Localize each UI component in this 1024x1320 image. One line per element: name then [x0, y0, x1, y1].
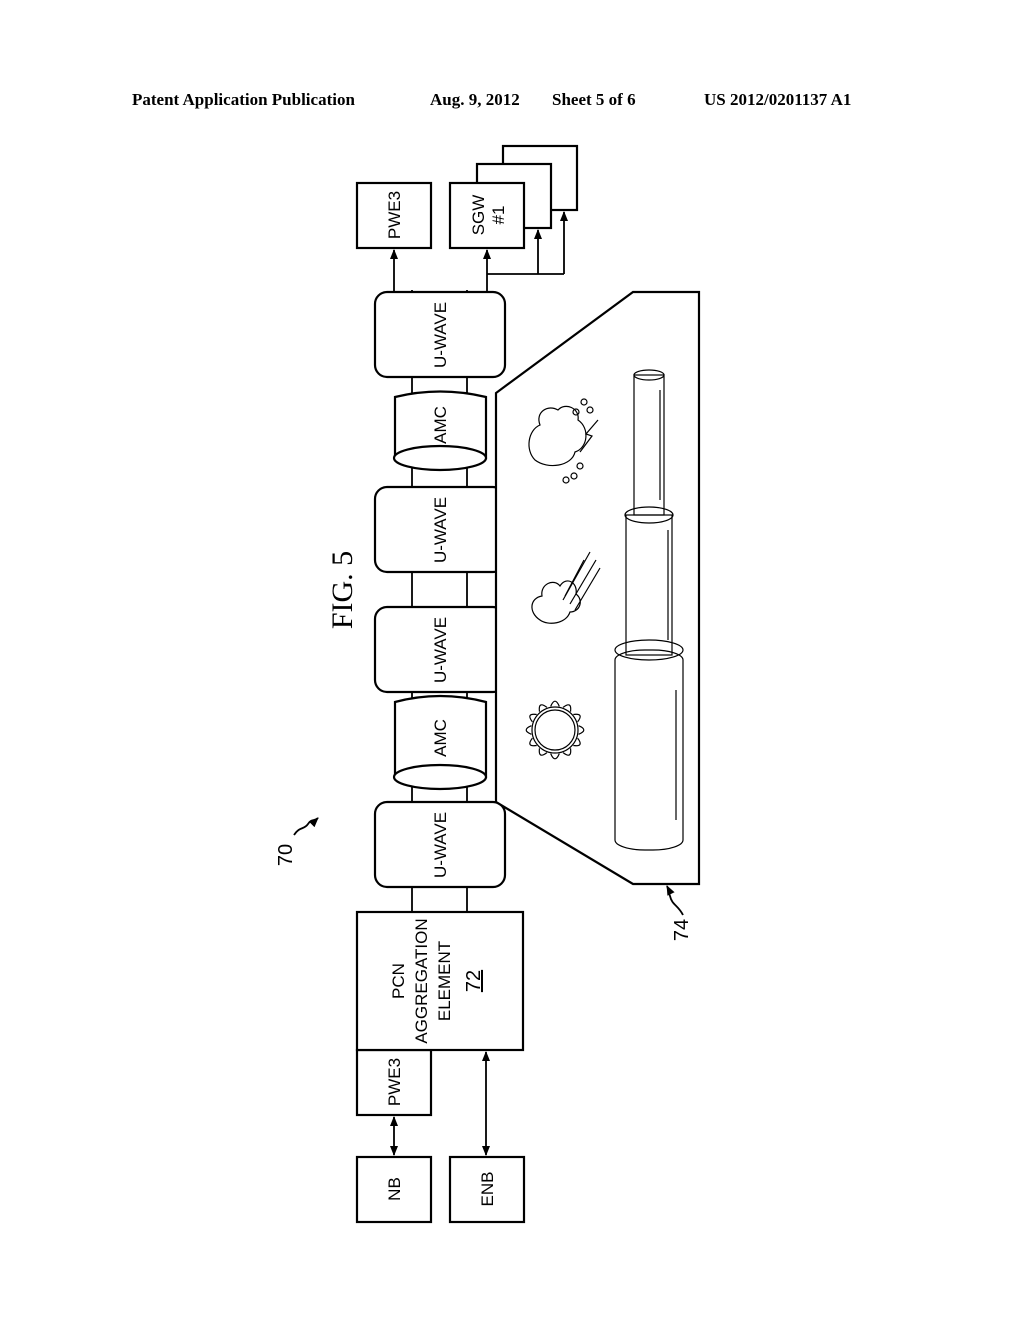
u-wave-1[interactable]: U-WAVE	[373, 800, 507, 889]
amc-1-label: AMC	[431, 719, 450, 757]
ref-70-group: 70	[275, 817, 319, 866]
pwe3-output-node[interactable]: PWE3	[355, 181, 433, 250]
sgw-label-line1: SGW	[469, 195, 488, 236]
pcn-aggregation-element[interactable]: PCN AGGREGATION ELEMENT 72	[355, 910, 525, 1052]
nb-node[interactable]: NB	[355, 1155, 433, 1224]
conditions-panel	[494, 290, 701, 886]
nb-label: NB	[385, 1177, 404, 1201]
u-wave-2[interactable]: U-WAVE	[373, 605, 507, 694]
sgw-label-line2: #1	[489, 206, 508, 225]
u-wave-3-label: U-WAVE	[431, 497, 450, 563]
fig5-diagram: FIG. 5 70 NB ENB PWE3 PCN AGGREGATION EL…	[275, 144, 701, 1224]
aggregation-line2: AGGREGATION	[412, 918, 431, 1043]
aggregation-line1: PCN	[389, 963, 408, 999]
pwe3-output-label: PWE3	[385, 191, 404, 239]
u-wave-2-label: U-WAVE	[431, 617, 450, 683]
ref-74-label: 74	[671, 919, 693, 941]
amc-2[interactable]: AMC	[392, 390, 488, 472]
ref-74-group: 74	[666, 885, 693, 941]
u-wave-4[interactable]: U-WAVE	[373, 290, 507, 379]
enb-node[interactable]: ENB	[448, 1155, 526, 1224]
sgw-stack[interactable]: SGW #1	[448, 144, 579, 250]
ref-74-arrow	[666, 885, 684, 916]
amc-1[interactable]: AMC	[392, 694, 488, 791]
pwe3-input-label: PWE3	[385, 1058, 404, 1106]
amc-2-label: AMC	[431, 406, 450, 444]
enb-label: ENB	[478, 1172, 497, 1207]
u-wave-3[interactable]: U-WAVE	[373, 485, 507, 574]
aggregation-line3: ELEMENT	[435, 941, 454, 1021]
aggregation-ref: 72	[463, 970, 485, 992]
ref-70-label: 70	[275, 844, 297, 866]
figure-title: FIG. 5	[326, 551, 359, 629]
pwe3-input-node[interactable]: PWE3	[355, 1048, 433, 1117]
u-wave-4-label: U-WAVE	[431, 302, 450, 368]
u-wave-1-label: U-WAVE	[431, 812, 450, 878]
ref-70-arrow	[293, 817, 319, 836]
